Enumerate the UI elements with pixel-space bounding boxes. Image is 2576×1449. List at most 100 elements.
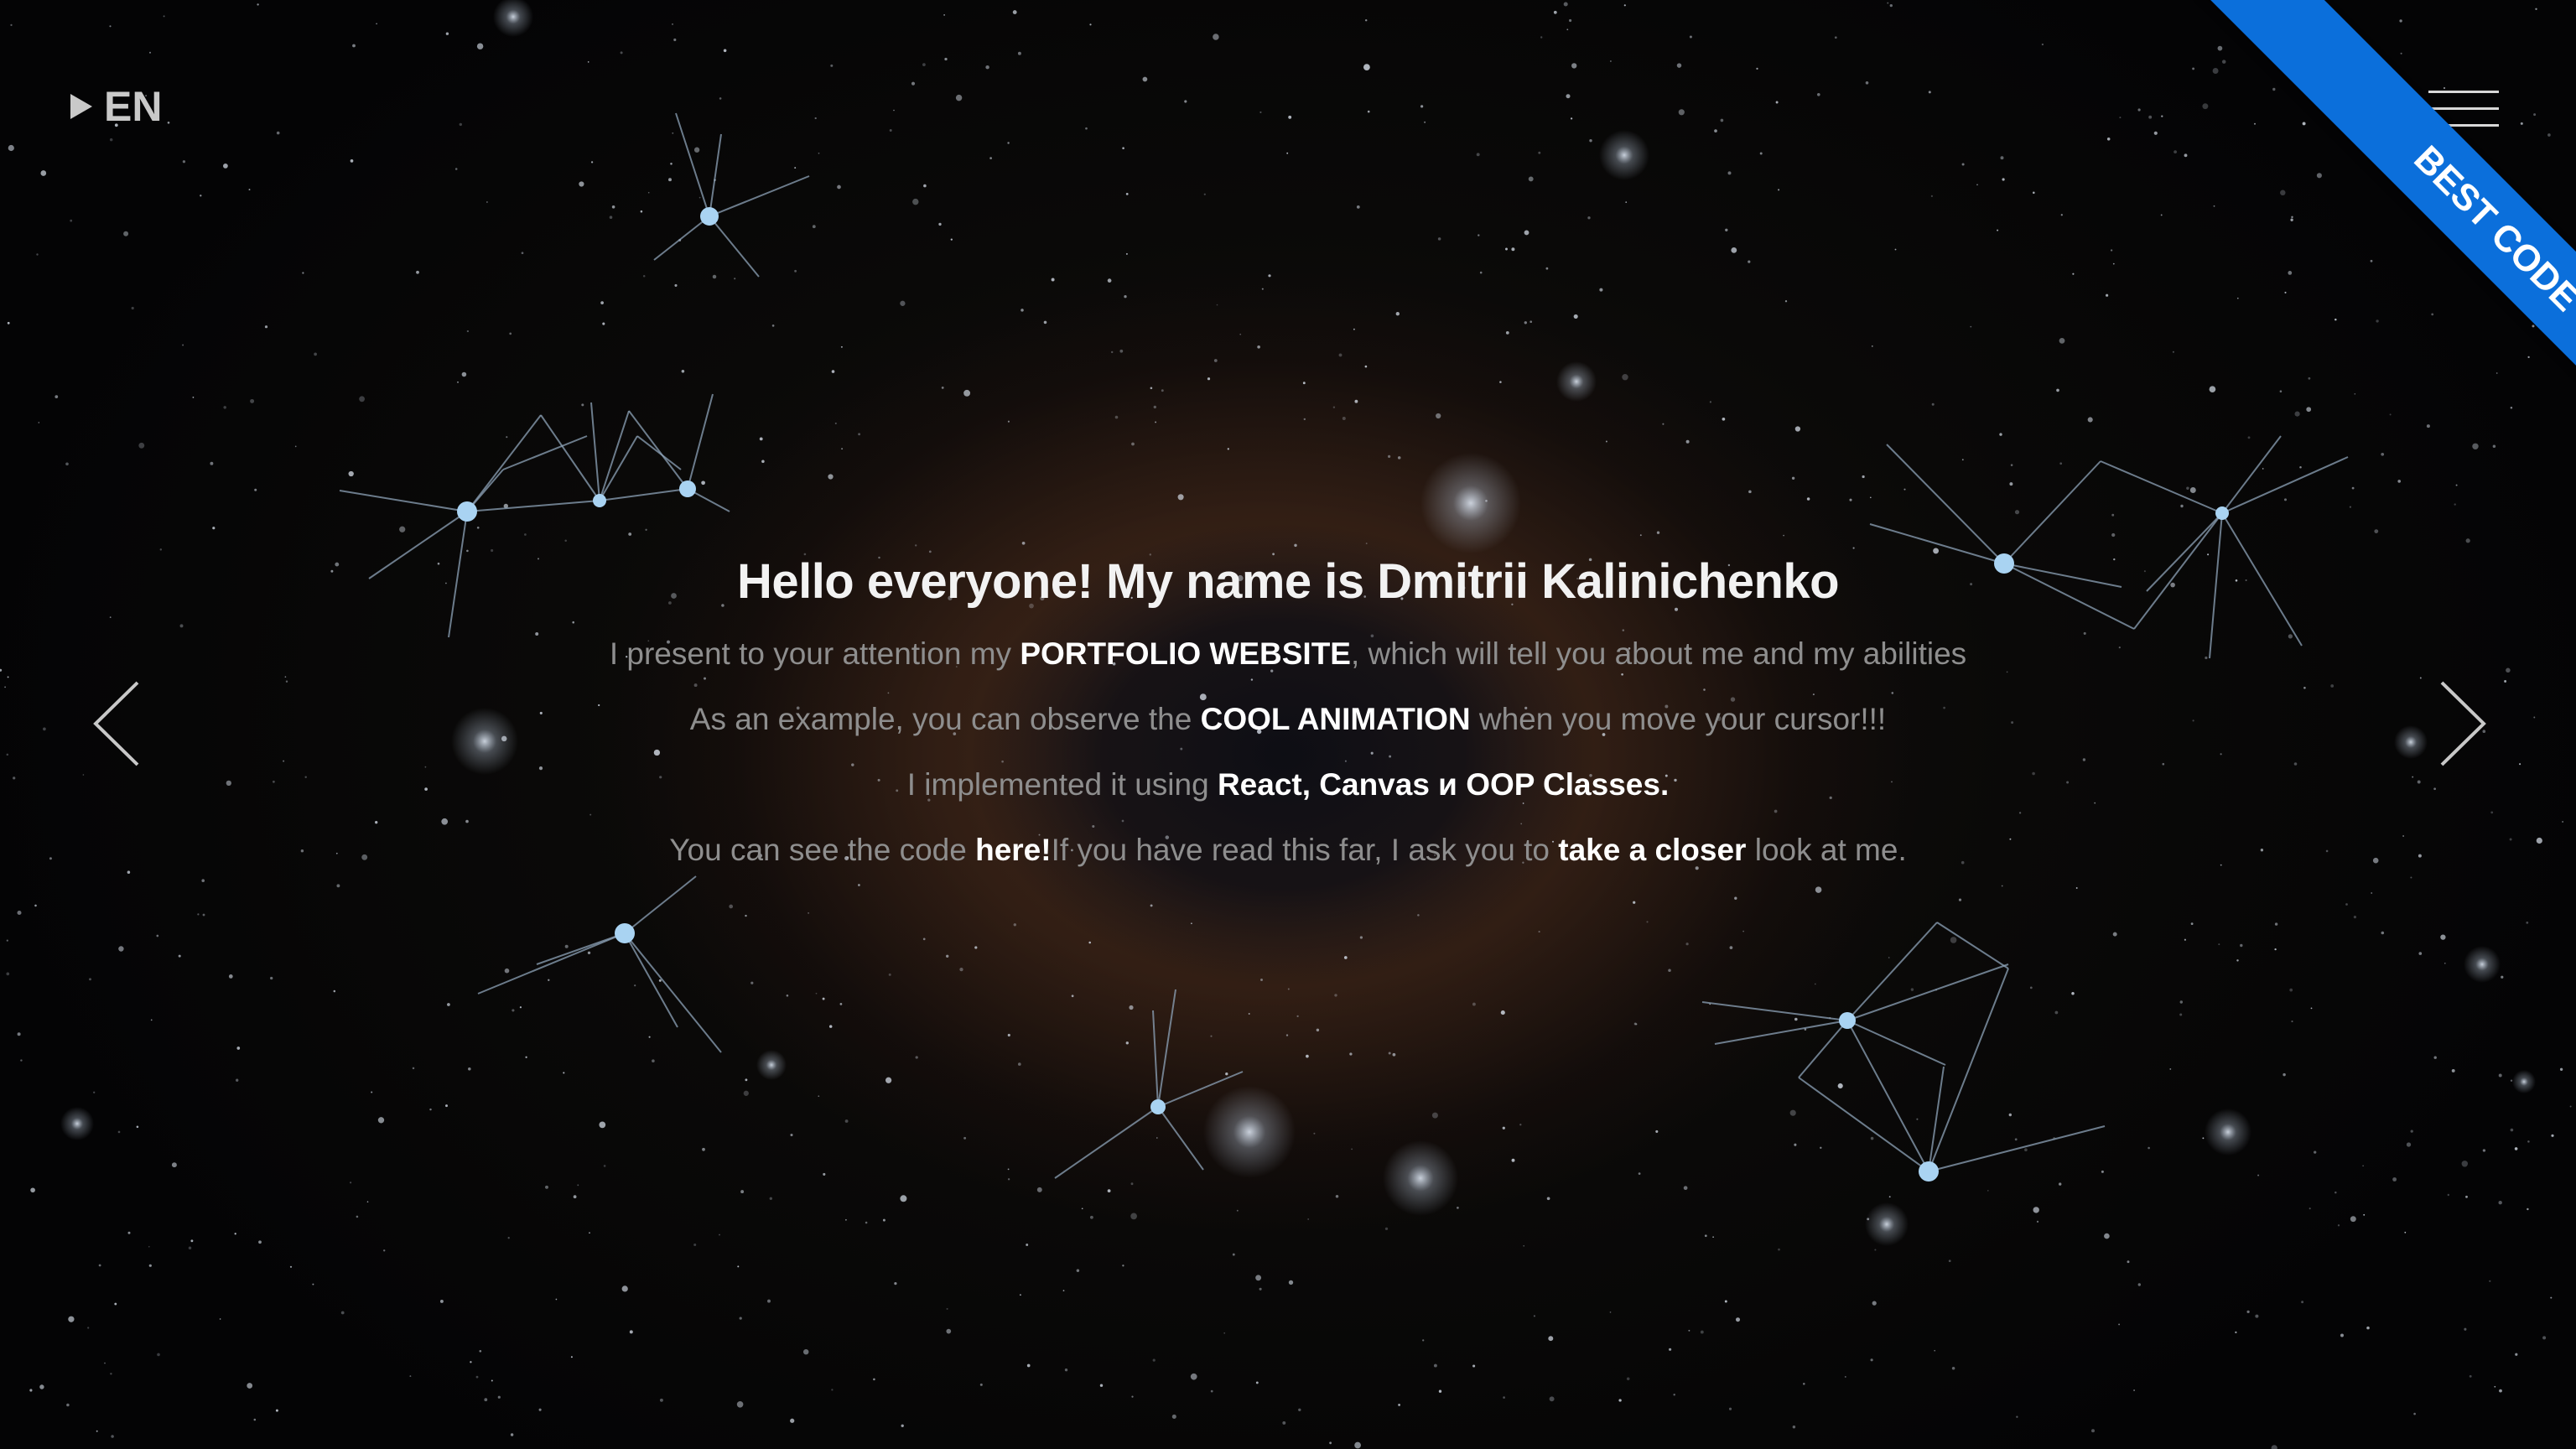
star bbox=[2127, 1260, 2130, 1264]
star bbox=[1903, 488, 1906, 491]
star bbox=[439, 1299, 444, 1303]
star bbox=[2137, 1283, 2141, 1286]
star bbox=[922, 937, 926, 941]
next-slide-button[interactable] bbox=[2423, 678, 2490, 770]
star bbox=[2184, 938, 2186, 941]
star bbox=[1916, 1118, 1919, 1120]
star bbox=[352, 44, 356, 48]
star bbox=[2024, 1148, 2028, 1152]
star bbox=[1605, 440, 1607, 443]
star bbox=[767, 1299, 771, 1303]
star bbox=[466, 330, 470, 333]
star bbox=[634, 984, 636, 987]
star bbox=[1150, 904, 1153, 907]
star bbox=[49, 857, 52, 860]
star bbox=[538, 1408, 542, 1411]
star bbox=[2362, 1165, 2364, 1167]
star bbox=[289, 1265, 293, 1268]
star bbox=[424, 787, 428, 791]
star bbox=[284, 676, 287, 678]
star bbox=[2059, 1182, 2062, 1186]
star bbox=[1505, 331, 1509, 335]
star bbox=[1626, 1377, 1630, 1381]
star bbox=[915, 1056, 918, 1059]
star bbox=[445, 32, 449, 35]
star bbox=[1161, 389, 1164, 392]
star bbox=[1036, 1187, 1042, 1192]
take-a-closer-link[interactable]: take a closer bbox=[1558, 833, 1746, 867]
star bbox=[1499, 381, 1502, 383]
chevron-left-icon bbox=[93, 681, 139, 766]
star bbox=[1961, 163, 1965, 166]
star bbox=[1573, 314, 1578, 319]
star bbox=[2245, 579, 2247, 582]
star bbox=[2366, 1326, 2370, 1330]
star bbox=[2501, 975, 2504, 979]
star bbox=[507, 1237, 510, 1239]
star bbox=[941, 386, 944, 389]
star bbox=[512, 1009, 515, 1012]
star bbox=[974, 946, 978, 949]
best-code-ribbon[interactable]: BEST CODE bbox=[2200, 0, 2576, 503]
star bbox=[1476, 153, 1480, 157]
star bbox=[294, 445, 297, 448]
star bbox=[699, 196, 701, 199]
star bbox=[2220, 753, 2222, 756]
star bbox=[461, 371, 467, 377]
star bbox=[1017, 1062, 1021, 1066]
star bbox=[1748, 490, 1752, 494]
star bbox=[1669, 1348, 1672, 1351]
star bbox=[693, 1243, 697, 1247]
star bbox=[2008, 1113, 2012, 1117]
star bbox=[1397, 456, 1401, 460]
star bbox=[1668, 969, 1671, 973]
star bbox=[828, 474, 834, 480]
star bbox=[2562, 821, 2563, 823]
language-toggle[interactable]: EN bbox=[70, 82, 162, 131]
star bbox=[1656, 531, 1660, 534]
star bbox=[1184, 100, 1187, 103]
star bbox=[1589, 138, 1592, 143]
star bbox=[1503, 1396, 1505, 1399]
star bbox=[475, 1375, 479, 1379]
star bbox=[2542, 1336, 2547, 1340]
code-link[interactable]: here! bbox=[975, 833, 1051, 867]
star bbox=[223, 406, 226, 409]
star bbox=[1099, 1384, 1104, 1387]
star bbox=[1724, 1300, 1727, 1303]
star bbox=[815, 992, 818, 995]
star bbox=[577, 1184, 579, 1187]
previous-slide-button[interactable] bbox=[89, 678, 156, 770]
star bbox=[131, 306, 134, 310]
star bbox=[950, 238, 953, 241]
star bbox=[70, 219, 73, 222]
star bbox=[647, 191, 650, 194]
star bbox=[1021, 541, 1026, 545]
star bbox=[1844, 1375, 1846, 1378]
star bbox=[39, 1384, 44, 1389]
star bbox=[1500, 1010, 1505, 1015]
star bbox=[270, 976, 273, 980]
star bbox=[1524, 230, 1530, 236]
star bbox=[445, 1104, 448, 1108]
star bbox=[834, 422, 837, 424]
star bbox=[786, 995, 789, 997]
star bbox=[1775, 101, 1779, 104]
star bbox=[1213, 359, 1218, 362]
star bbox=[840, 345, 843, 348]
star bbox=[182, 160, 186, 164]
star bbox=[822, 997, 825, 1000]
star bbox=[159, 548, 163, 551]
star bbox=[1934, 1349, 1936, 1352]
star bbox=[1223, 1332, 1226, 1334]
star bbox=[1313, 1132, 1316, 1135]
star bbox=[672, 23, 673, 25]
star bbox=[573, 1195, 577, 1199]
star bbox=[2330, 684, 2334, 688]
star bbox=[1089, 1215, 1093, 1219]
star bbox=[648, 1036, 651, 1038]
star bbox=[2461, 1161, 2469, 1167]
star bbox=[1131, 1395, 1134, 1398]
star bbox=[2240, 943, 2243, 948]
star bbox=[737, 1265, 740, 1268]
